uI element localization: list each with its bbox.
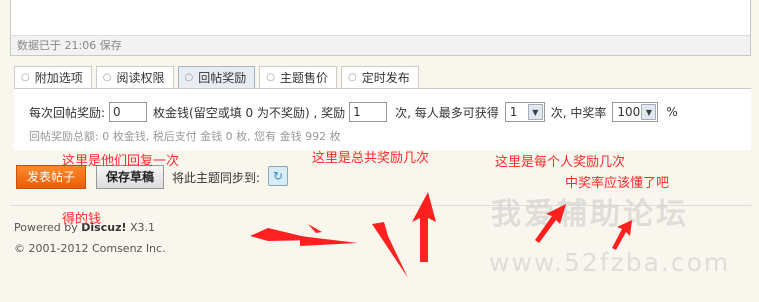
tab-label: 附加选项 [34, 70, 83, 85]
annotation-per-reply-money: 得的钱 [62, 212, 102, 227]
arrow-icon [308, 224, 322, 233]
copyright[interactable]: © 2001-2012 Comsenz Inc. [14, 242, 166, 255]
chevron-down-icon: ▼ [641, 104, 657, 120]
watermark-title: 我爱辅助论坛 [491, 197, 689, 232]
arrow-icon [250, 228, 318, 241]
annotation-per-reply: 这里是他们回复一次 [62, 154, 180, 169]
win-rate-select[interactable]: 100 ▼ [612, 102, 659, 122]
tab-bullet-icon: ○ [102, 71, 112, 83]
tab-thread-price[interactable]: ○ 主题售价 [259, 66, 337, 88]
tab-scheduled-post[interactable]: ○ 定时发布 [341, 66, 419, 88]
annotation-total-times: 这里是总共奖励几次 [312, 151, 430, 166]
max-per-user-label: 次, 每人最多可获得 [395, 105, 499, 120]
watermark-url: www.52fzba.com [489, 248, 731, 277]
arrow-icon [300, 236, 358, 246]
annotation-per-user-times: 这里是每个人奖励几次 [495, 155, 626, 170]
reward-summary: 回帖奖励总额: 0 枚金钱, 税后支付 金钱 0 枚, 您有 金钱 992 枚 [29, 130, 341, 143]
percent-sign: % [666, 105, 678, 119]
per-reply-label: 每次回帖奖励: [29, 105, 106, 120]
max-per-user-select[interactable]: 1 ▼ [504, 102, 545, 122]
tab-read-permission[interactable]: ○ 阅读权限 [95, 66, 174, 88]
tab-label: 主题售价 [279, 70, 328, 85]
tab-extra-options[interactable]: ○ 附加选项 [14, 66, 92, 88]
tab-bullet-icon: ○ [266, 71, 275, 83]
arrow-icon [372, 222, 408, 278]
tab-label: 定时发布 [361, 70, 410, 85]
qq-weibo-sync-icon[interactable]: ↻ [268, 166, 288, 186]
tab-bullet-icon: ○ [184, 71, 194, 83]
annotation-win-rate: 中奖率应该懂了吧 [565, 176, 670, 191]
tab-reply-reward[interactable]: ○ 回帖奖励 [177, 66, 256, 88]
rate-label: 次, 中奖率 [550, 105, 607, 120]
tab-bullet-icon: ○ [348, 71, 357, 83]
arrow-icon [412, 192, 436, 262]
per-reply-reward-input[interactable]: 0 [109, 102, 148, 122]
autosave-status: 数据已于 21:06 保存 [11, 35, 750, 55]
reward-settings-row: 每次回帖奖励: 0 枚金钱(留空或填 0 为不奖励) , 奖励 1 次, 每人最… [29, 102, 678, 122]
select-value: 1 [509, 105, 518, 119]
powered-version: X3.1 [130, 221, 156, 234]
sync-label: 将此主题同步到: [172, 171, 261, 185]
select-value: 100 [617, 105, 641, 119]
reward-times-input[interactable]: 1 [349, 102, 388, 122]
tab-label: 阅读权限 [116, 70, 165, 85]
tab-label: 回帖奖励 [198, 70, 247, 85]
reply-reward-panel: 每次回帖奖励: 0 枚金钱(留空或填 0 为不奖励) , 奖励 1 次, 每人最… [14, 88, 751, 150]
tab-bullet-icon: ○ [21, 71, 30, 83]
option-tabs: ○ 附加选项 ○ 阅读权限 ○ 回帖奖励 ○ 主题售价 ○ 定时发布 [14, 66, 423, 88]
editor-area[interactable]: 数据已于 21:06 保存 [10, 0, 751, 56]
money-hint-label: 枚金钱(留空或填 0 为不奖励) , 奖励 [153, 105, 346, 120]
chevron-down-icon: ▼ [527, 104, 543, 120]
